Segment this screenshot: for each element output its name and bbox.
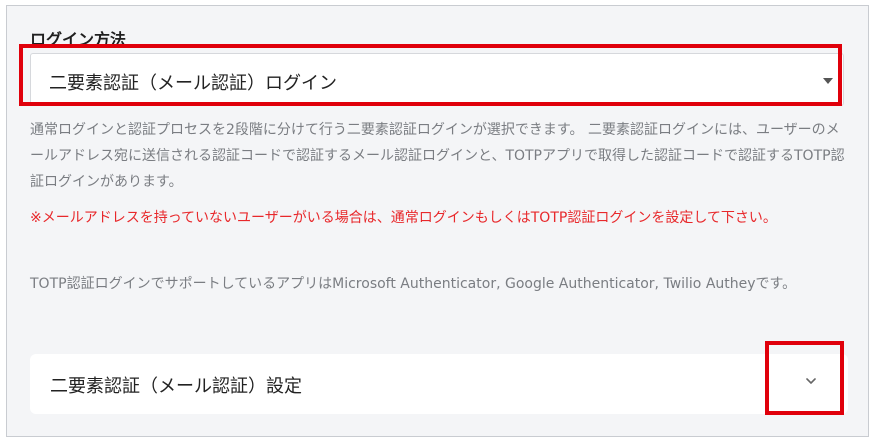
login-method-description: 通常ログインと認証プロセスを2段階に分けて行う二要素認証ログインが選択できます。… [30,122,845,190]
login-method-select[interactable]: 二要素認証（メール認証）ログイン [30,53,844,106]
login-method-selected-value: 二要素認証（メール認証）ログイン [49,73,337,94]
chevron-down-icon[interactable] [806,376,816,386]
login-settings-panel: ログイン方法 二要素認証（メール認証）ログイン 通常ログインと認証プロセスを2段… [6,5,869,437]
accordion-title: 二要素認証（メール認証）設定 [50,376,302,397]
login-method-warning: ※メールアドレスを持っていないユーザーがいる場合は、通常ログインもしくはTOTP… [30,210,777,226]
totp-support-note: TOTP認証ログインでサポートしているアプリはMicrosoft Authent… [30,276,797,292]
login-method-label: ログイン方法 [30,30,127,49]
caret-down-icon [823,78,833,84]
two-factor-email-settings-accordion[interactable]: 二要素認証（メール認証）設定 [30,354,848,414]
